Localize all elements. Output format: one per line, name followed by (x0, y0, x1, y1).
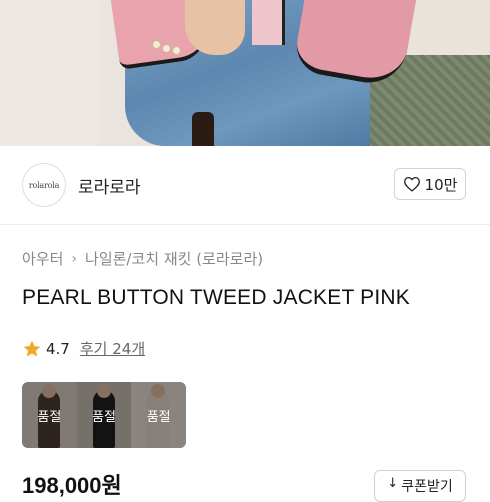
variant-thumbnails: 품절 품절 품절 (22, 382, 186, 448)
variant-thumb[interactable]: 품절 (131, 382, 186, 448)
breadcrumb-item-outer[interactable]: 아우터 (22, 248, 63, 269)
soldout-label: 품절 (146, 410, 171, 425)
rating-score: 4.7 (46, 339, 70, 358)
like-count: 10만 (424, 175, 458, 194)
brand-name[interactable]: 로라로라 (78, 173, 141, 198)
brand-logo[interactable]: rolarola (22, 163, 66, 207)
coupon-download-button[interactable]: ↓ 쿠폰받기 (374, 470, 466, 502)
heart-icon (403, 176, 420, 192)
rating: 4.7 후기 24개 (22, 338, 145, 359)
hero-background (0, 0, 100, 146)
soldout-label: 품절 (37, 410, 62, 425)
product-title: PEARL BUTTON TWEED JACKET PINK (22, 286, 410, 309)
breadcrumb-item-category[interactable]: 나일론/코치 재킷 (로라로라) (85, 248, 263, 269)
pearl-button (162, 44, 171, 53)
hero-hand (185, 0, 245, 55)
hero-cuff (252, 0, 285, 45)
hero-bottle (192, 112, 214, 146)
product-price: 198,000원 (22, 473, 122, 498)
product-hero-image[interactable] (0, 0, 490, 146)
soldout-label: 품절 (92, 410, 116, 425)
pearl-button (172, 46, 181, 55)
reviews-link[interactable]: 후기 24개 (80, 338, 145, 359)
pearl-button (152, 40, 161, 49)
coupon-label: 쿠폰받기 (401, 479, 453, 495)
chevron-right-icon: › (71, 250, 78, 267)
brand-row: rolarola 로라로라 10만 (0, 146, 490, 225)
brand-logo-text: rolarola (28, 180, 60, 190)
star-icon (23, 340, 41, 356)
like-button[interactable]: 10만 (394, 168, 466, 200)
variant-thumb[interactable]: 품절 (22, 382, 77, 448)
download-arrow-icon: ↓ (387, 476, 399, 491)
variant-thumb[interactable]: 품절 (76, 382, 132, 448)
breadcrumb: 아우터 › 나일론/코치 재킷 (로라로라) (22, 248, 263, 269)
